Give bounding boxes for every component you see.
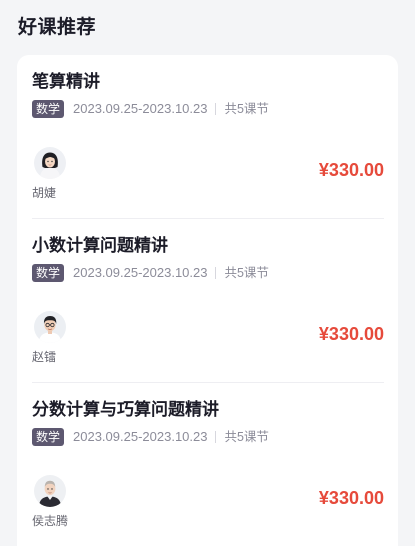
course-title: 分数计算与巧算问题精讲	[32, 400, 219, 419]
course-price: ¥330.00	[318, 488, 384, 508]
lesson-count: 共5课节	[224, 266, 269, 280]
teacher-avatar-icon	[34, 311, 66, 343]
course-title: 小数计算问题精讲	[32, 236, 168, 255]
course-date-range: 2023.09.25-2023.10.23	[73, 101, 208, 116]
meta-divider	[215, 267, 217, 279]
teacher-avatar	[34, 475, 66, 507]
course-meta: 数学 2023.09.25-2023.10.23 共5课节	[32, 100, 269, 118]
course-item[interactable]: 分数计算与巧算问题精讲 数学 2023.09.25-2023.10.23 共5课…	[32, 383, 384, 546]
subject-tag: 数学	[32, 264, 65, 282]
lesson-count: 共5课节	[224, 102, 269, 116]
course-meta: 数学 2023.09.25-2023.10.23 共5课节	[32, 428, 269, 446]
teacher-name: 胡婕	[32, 186, 57, 200]
meta-divider	[215, 103, 217, 115]
section-title: 好课推荐	[18, 17, 97, 38]
subject-tag: 数学	[32, 428, 65, 446]
teacher-avatar-icon	[34, 475, 66, 507]
meta-divider	[215, 431, 217, 443]
course-item[interactable]: 笔算精讲 数学 2023.09.25-2023.10.23 共5课节 胡婕 ¥3…	[32, 55, 384, 219]
course-price: ¥330.00	[318, 160, 384, 180]
teacher-avatar-icon	[34, 147, 66, 179]
course-meta: 数学 2023.09.25-2023.10.23 共5课节	[32, 264, 269, 282]
course-date-range: 2023.09.25-2023.10.23	[73, 429, 208, 444]
subject-tag: 数学	[32, 100, 65, 118]
teacher-avatar	[34, 311, 66, 343]
teacher-avatar	[34, 147, 66, 179]
course-list-card: 笔算精讲 数学 2023.09.25-2023.10.23 共5课节 胡婕 ¥3…	[17, 55, 398, 546]
course-title: 笔算精讲	[32, 72, 100, 91]
lesson-count: 共5课节	[224, 430, 269, 444]
teacher-name: 赵镭	[32, 350, 57, 364]
course-price: ¥330.00	[318, 324, 384, 344]
course-item[interactable]: 小数计算问题精讲 数学 2023.09.25-2023.10.23 共5课节 赵…	[32, 219, 384, 383]
course-date-range: 2023.09.25-2023.10.23	[73, 265, 208, 280]
teacher-name: 侯志腾	[32, 514, 69, 528]
